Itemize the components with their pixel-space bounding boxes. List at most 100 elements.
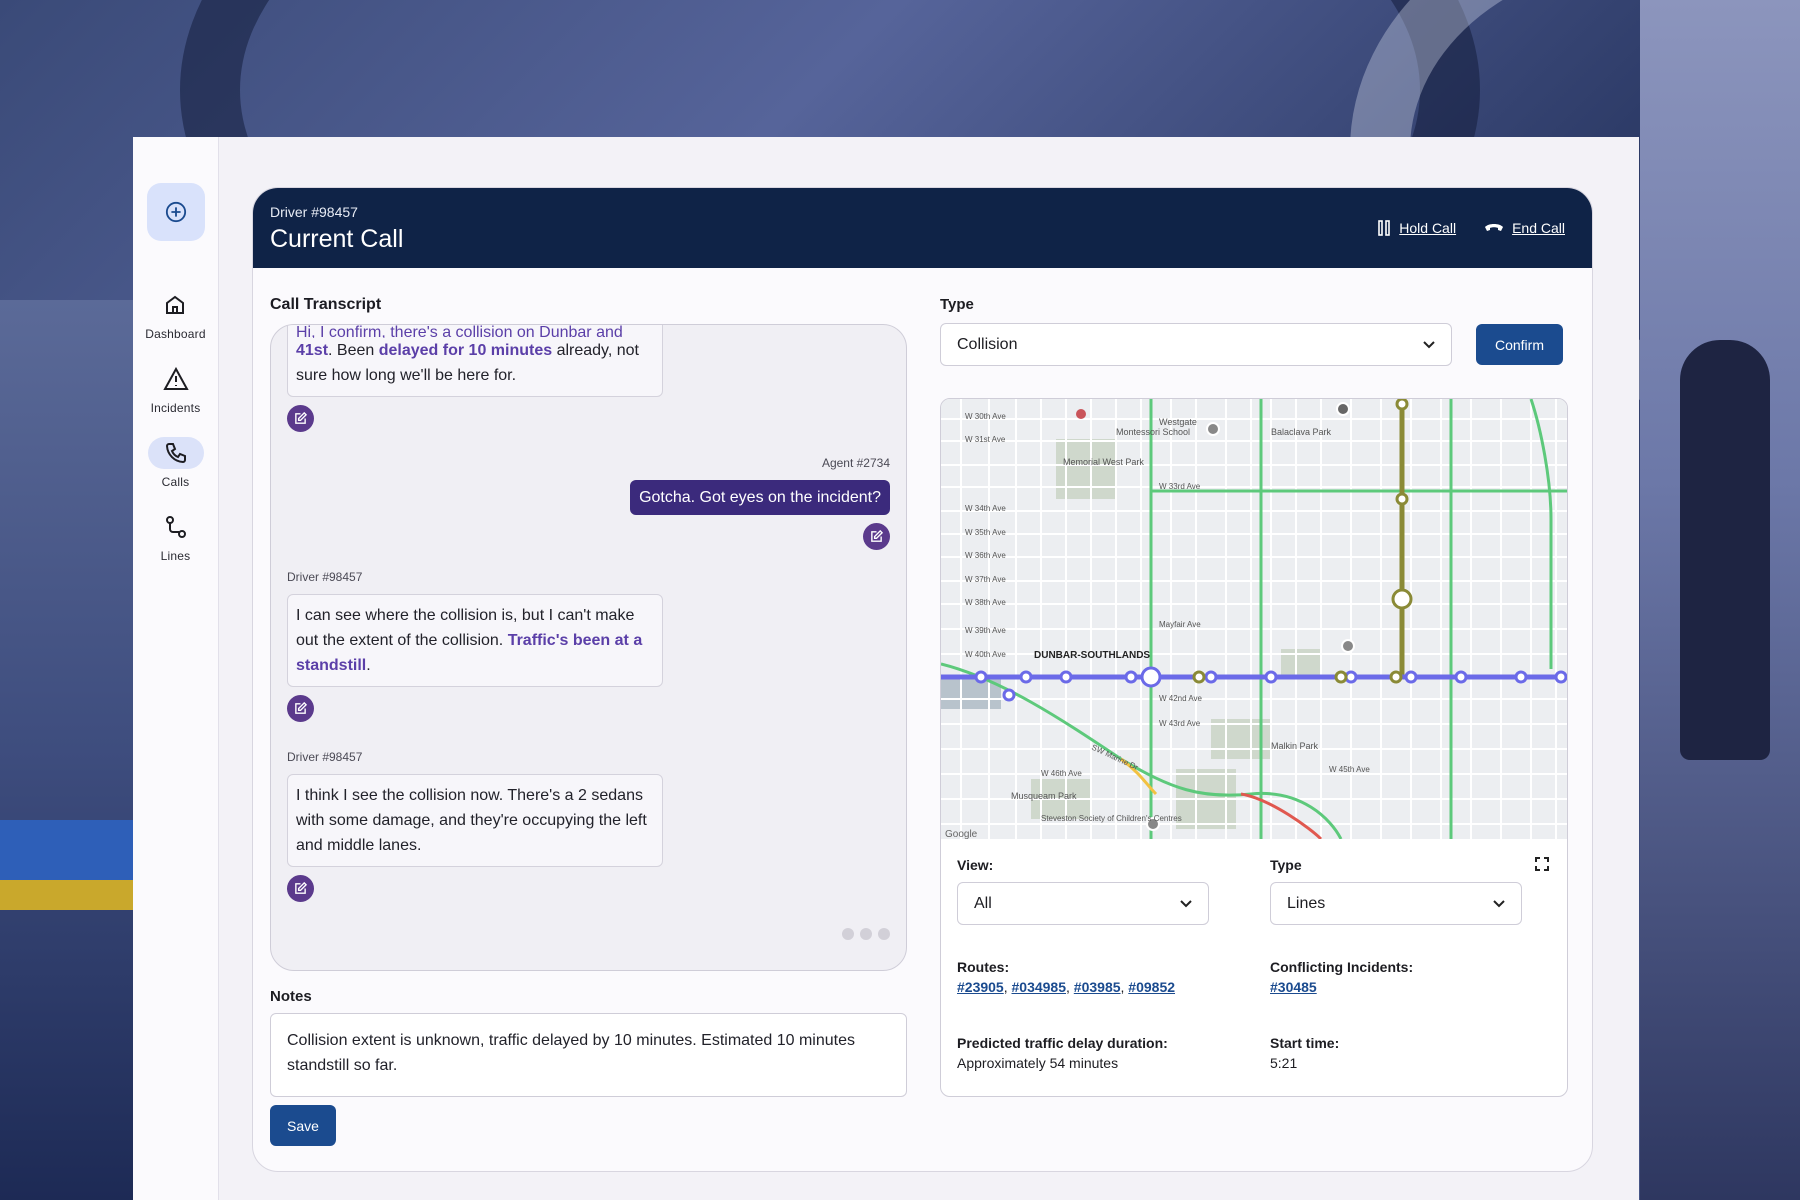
map-label: W 35th Ave [965, 528, 1006, 537]
message-bubble: I think I see the collision now. There's… [287, 774, 663, 867]
edit-icon [295, 882, 307, 894]
map-label: W 33rd Ave [1159, 482, 1201, 491]
notes-label: Notes [270, 988, 312, 1005]
map-label: W 31st Ave [965, 435, 1006, 444]
sidebar-item-lines[interactable]: Lines [148, 511, 204, 563]
message-sender: Driver #98457 [287, 570, 363, 584]
incident-link[interactable]: #30485 [1270, 979, 1317, 995]
map-attribution: Google [945, 829, 978, 839]
notes-textarea[interactable]: Collision extent is unknown, traffic del… [270, 1013, 907, 1097]
transcript-message-driver: Driver #98457 I can see where the collis… [287, 570, 890, 722]
call-header: Driver #98457 Current Call Hold Call End… [253, 188, 1592, 268]
conflicts-info: Conflicting Incidents: #30485 [1270, 959, 1551, 995]
plus-circle-icon [165, 201, 186, 223]
sidebar-item-dashboard[interactable]: Dashboard [145, 289, 206, 341]
message-bubble: Hi, I confirm, there's a collision on Du… [287, 325, 663, 397]
map-canvas: W 30th Ave W 31st Ave Westgate Montessor… [941, 399, 1567, 839]
delay-value: Approximately 54 minutes [957, 1055, 1119, 1071]
edit-message-button[interactable] [287, 405, 314, 432]
view-value: All [974, 894, 992, 912]
end-call-label: End Call [1512, 220, 1565, 236]
save-button[interactable]: Save [270, 1105, 336, 1146]
transcript-message-driver: Hi, I confirm, there's a collision on Du… [287, 325, 890, 432]
app-window: Dashboard Incidents Calls Lines Driver #… [133, 137, 1639, 1200]
home-icon [166, 295, 185, 314]
routes-label: Routes: [957, 959, 1010, 975]
incident-column: Type Collision Confirm W 30th Ave W 31st… [940, 296, 1568, 1146]
edit-icon [295, 702, 307, 714]
sidebar: Dashboard Incidents Calls Lines [133, 137, 219, 1200]
page-title: Current Call [270, 225, 404, 253]
transcript-label: Call Transcript [270, 296, 382, 313]
type-label: Type [940, 296, 974, 313]
map-label: Musqueam Park [1011, 791, 1077, 801]
view-select[interactable]: All [957, 882, 1209, 925]
map-label: W 38th Ave [965, 598, 1006, 607]
incident-type-value: Collision [957, 335, 1018, 353]
route-icon [165, 516, 186, 538]
conflicts-label: Conflicting Incidents: [1270, 959, 1414, 975]
typing-indicator [842, 928, 890, 940]
edit-message-button[interactable] [287, 695, 314, 722]
edit-icon [871, 530, 883, 542]
delay-label: Predicted traffic delay duration: [957, 1035, 1168, 1051]
end-call-button[interactable]: End Call [1484, 220, 1565, 236]
hold-call-label: Hold Call [1399, 220, 1457, 236]
map-label: Montessori School [1116, 427, 1190, 437]
map-label: W 30th Ave [965, 412, 1006, 421]
edit-message-button[interactable] [863, 523, 890, 550]
map-type-select[interactable]: Lines [1270, 882, 1522, 925]
transcript-message-driver: Driver #98457 I think I see the collisio… [287, 750, 890, 902]
map-label: Steveston Society of Children's Centres [1041, 814, 1182, 823]
edit-message-button[interactable] [287, 875, 314, 902]
route-link[interactable]: #09852 [1128, 979, 1175, 995]
map-label: Malkin Park [1271, 741, 1319, 751]
route-link[interactable]: #03985 [1074, 979, 1121, 995]
map-label: Mayfair Ave [1159, 620, 1201, 629]
message-sender: Agent #2734 [821, 456, 890, 470]
incident-type-select[interactable]: Collision [940, 323, 1452, 366]
map-type-label: Type [1270, 857, 1302, 873]
hold-call-button[interactable]: Hold Call [1377, 220, 1456, 236]
map-label: W 45th Ave [1329, 765, 1370, 774]
sidebar-item-incidents[interactable]: Incidents [148, 363, 204, 415]
map-label: DUNBAR-SOUTHLANDS [1034, 650, 1150, 661]
transcript-message-agent: Agent #2734 Gotcha. Got eyes on the inci… [287, 456, 890, 550]
new-call-button[interactable] [146, 183, 205, 241]
driver-id: Driver #98457 [270, 204, 358, 220]
main-content: Driver #98457 Current Call Hold Call End… [219, 137, 1639, 1200]
route-link[interactable]: #23905 [957, 979, 1004, 995]
chevron-down-icon [1493, 899, 1505, 907]
transcript-column: Call Transcript Hi, I confirm, there's a… [270, 296, 907, 1146]
message-bubble: I can see where the collision is, but I … [287, 594, 663, 687]
chevron-down-icon [1180, 899, 1192, 907]
route-link[interactable]: #034985 [1012, 979, 1067, 995]
call-transcript[interactable]: Hi, I confirm, there's a collision on Du… [270, 324, 907, 971]
warning-icon [162, 367, 189, 390]
confirm-button[interactable]: Confirm [1476, 324, 1563, 365]
delay-info: Predicted traffic delay duration: Approx… [957, 1035, 1238, 1071]
start-info: Start time: 5:21 [1270, 1035, 1551, 1071]
route-map[interactable]: W 30th Ave W 31st Ave Westgate Montessor… [941, 399, 1567, 839]
edit-icon [295, 412, 307, 424]
chevron-down-icon [1423, 340, 1435, 348]
pause-icon [1378, 220, 1391, 236]
message-bubble: Gotcha. Got eyes on the incident? [630, 480, 890, 515]
fullscreen-icon[interactable] [1535, 857, 1549, 871]
map-controls: View: All Type Lines Routes: #23905, #03… [941, 839, 1567, 1089]
map-type-value: Lines [1287, 894, 1326, 912]
sidebar-item-label: Incidents [150, 401, 201, 415]
view-label: View: [957, 857, 994, 873]
hang-up-icon [1485, 224, 1504, 231]
current-call-card: Driver #98457 Current Call Hold Call End… [252, 187, 1593, 1172]
start-value: 5:21 [1270, 1055, 1298, 1071]
map-label: W 39th Ave [965, 626, 1006, 635]
routes-info: Routes: #23905, #034985, #03985, #09852 [957, 959, 1238, 995]
map-label: W 37th Ave [965, 575, 1006, 584]
map-label: Balaclava Park [1271, 427, 1332, 437]
start-label: Start time: [1270, 1035, 1340, 1051]
message-sender: Driver #98457 [287, 750, 363, 764]
sidebar-item-calls[interactable]: Calls [147, 437, 204, 489]
map-label: W 43rd Ave [1159, 719, 1201, 728]
map-label: Memorial West Park [1063, 457, 1144, 467]
